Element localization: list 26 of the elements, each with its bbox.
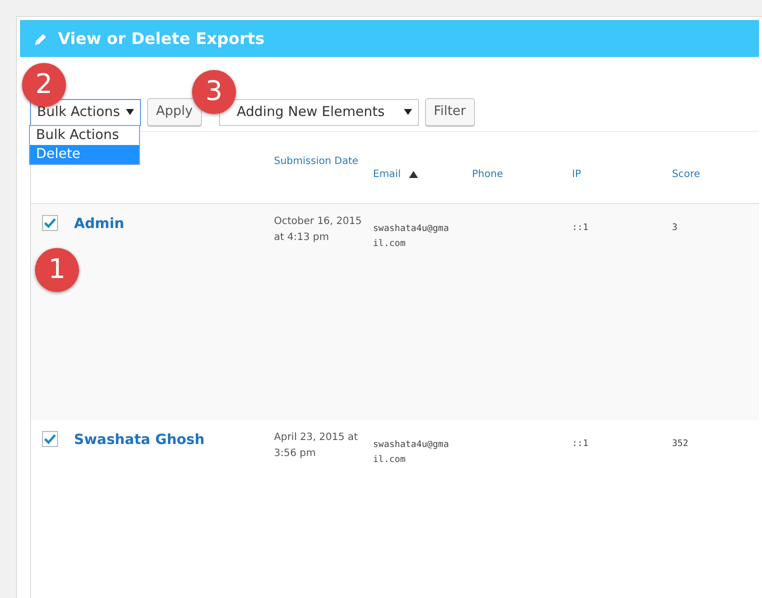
apply-button[interactable]: Apply [147, 98, 202, 126]
dropdown-option[interactable]: Delete [30, 144, 139, 164]
table-cell-text: 352 [672, 438, 690, 451]
column-header[interactable]: IP [572, 167, 581, 182]
filter-button[interactable]: Filter [424, 98, 475, 126]
table-cell-text: October 16, 2015 at 4:13 pm [274, 215, 363, 245]
column-header[interactable]: Phone [472, 167, 503, 182]
dropdown-option[interactable]: Bulk Actions [30, 126, 139, 144]
table-cell-text: ::1 [572, 438, 590, 451]
caret-icon [126, 109, 134, 115]
filter-select[interactable]: Adding New Elements [218, 98, 419, 126]
bulk-actions-select[interactable]: Bulk Actions [30, 98, 141, 126]
checkbox[interactable] [42, 215, 58, 231]
caret-icon [404, 109, 412, 115]
name-link[interactable]: Swashata Ghosh [74, 430, 274, 598]
column-header[interactable]: Score [672, 167, 700, 182]
column-header[interactable]: Email [373, 167, 401, 182]
column-header[interactable]: Submission Date [274, 154, 358, 169]
table-cell-text: April 23, 2015 at 3:56 pm [274, 431, 359, 461]
panel-title: View or Delete Exports [58, 28, 265, 50]
table-cell-text: ::1 [572, 222, 590, 235]
table-cell-text: swashata4u@gmail.com [373, 223, 450, 251]
table-cell-text: 3 [672, 222, 678, 235]
pencil-icon [34, 32, 48, 46]
table-cell-text: swashata4u@gmail.com [373, 439, 450, 467]
checkbox[interactable] [42, 431, 58, 447]
